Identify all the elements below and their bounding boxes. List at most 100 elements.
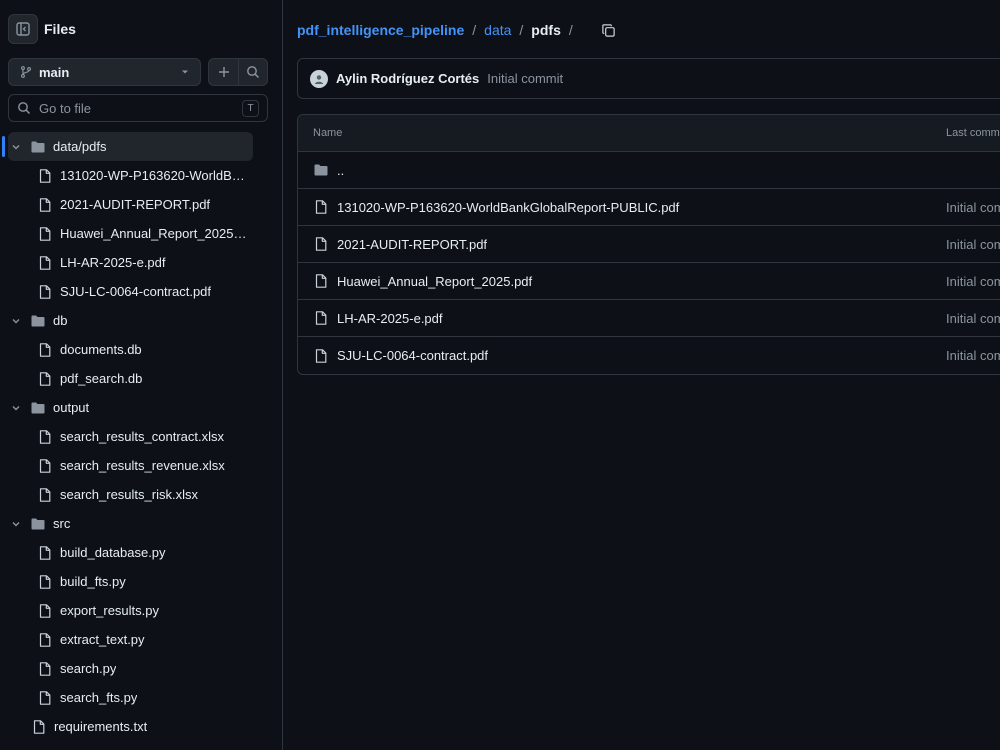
tree-item-label: LH-AR-2025-e.pdf	[60, 255, 166, 270]
file-name-link[interactable]: 2021-AUDIT-REPORT.pdf	[337, 237, 487, 252]
tree-folder-item[interactable]: db	[0, 306, 283, 335]
plus-icon	[218, 67, 229, 77]
tree-item-label: search_results_contract.xlsx	[60, 429, 225, 444]
tree-file-item[interactable]: search.py	[0, 654, 283, 683]
tree-item-label: db	[53, 313, 68, 328]
tree-item-label: SJU-LC-0064-contract.pdf	[60, 284, 212, 299]
go-to-file-search[interactable]: T	[8, 94, 268, 122]
tree-file-item[interactable]: search_results_revenue.xlsx	[0, 451, 283, 480]
tree-folder-item[interactable]: data/pdfs	[2, 132, 253, 161]
file-name-link[interactable]: LH-AR-2025-e.pdf	[337, 311, 443, 326]
file-icon	[37, 168, 53, 184]
file-icon	[37, 371, 53, 387]
table-row[interactable]: SJU-LC-0064-contract.pdf Initial comm	[298, 337, 1000, 374]
tree-item-label: Huawei_Annual_Report_2025.pdf	[60, 226, 250, 241]
copy-icon	[602, 23, 615, 37]
chevron-down-icon[interactable]	[8, 315, 24, 327]
tree-item-label: search.py	[60, 661, 117, 676]
tree-file-item[interactable]: SJU-LC-0064-contract.pdf	[0, 277, 283, 306]
chevron-down-icon[interactable]	[8, 141, 24, 153]
file-icon	[37, 342, 53, 358]
parent-directory-row[interactable]: ..	[298, 152, 1000, 189]
avatar[interactable]	[310, 69, 328, 88]
file-last-commit-link[interactable]: Initial comm	[946, 274, 1000, 289]
tree-file-item[interactable]: search_fts.py	[0, 683, 283, 712]
tree-file-item[interactable]: documents.db	[0, 335, 283, 364]
column-header-name: Name	[313, 127, 343, 139]
file-icon	[37, 632, 53, 648]
git-branch-icon	[20, 66, 32, 78]
folder-icon	[30, 400, 46, 416]
go-to-file-input[interactable]	[39, 100, 242, 116]
breadcrumb: pdf_intelligence_pipeline / data / pdfs …	[297, 20, 619, 40]
chevron-down-icon[interactable]	[8, 402, 24, 414]
file-last-commit-link[interactable]: Initial comm	[946, 311, 1000, 326]
tree-file-item[interactable]: 2021-AUDIT-REPORT.pdf	[0, 190, 283, 219]
tree-file-item[interactable]: 131020-WP-P163620-WorldBan...	[0, 161, 283, 190]
tree-file-item[interactable]: requirements.txt	[0, 712, 283, 741]
tree-file-item[interactable]: search_results_contract.xlsx	[0, 422, 283, 451]
file-last-commit-link[interactable]: Initial comm	[946, 200, 1000, 215]
file-name-link[interactable]: SJU-LC-0064-contract.pdf	[337, 348, 488, 363]
branch-selector-button[interactable]: main	[8, 58, 202, 86]
tree-file-item[interactable]: export_results.py	[0, 596, 283, 625]
search-tree-button[interactable]	[238, 59, 267, 85]
sidebar-toggle-button[interactable]	[8, 14, 38, 44]
file-icon	[37, 458, 53, 474]
tree-item-label: documents.db	[60, 342, 142, 357]
tree-file-item[interactable]: build_fts.py	[0, 567, 283, 596]
tree-file-item[interactable]: extract_text.py	[0, 625, 283, 654]
table-body: .. 131020-WP-P163620-WorldBankGlobalRepor…	[298, 152, 1000, 374]
tree-item-label: export_results.py	[60, 603, 159, 618]
file-icon	[37, 487, 53, 503]
file-icon	[37, 284, 53, 300]
file-icon	[313, 199, 329, 215]
table-header: Name Last commi	[298, 115, 1000, 152]
tree-file-item[interactable]: pdf_search.db	[0, 364, 283, 393]
tree-item-label: search_fts.py	[60, 690, 138, 705]
search-icon	[18, 102, 31, 115]
tree-folder-item[interactable]: output	[0, 393, 283, 422]
folder-icon	[313, 162, 329, 178]
main-content: pdf_intelligence_pipeline / data / pdfs …	[283, 0, 1000, 750]
folder-icon	[30, 516, 46, 532]
search-icon	[247, 66, 260, 79]
latest-commit-bar: Aylin Rodríguez Cortés Initial commit	[297, 58, 1000, 99]
tree-folder-item[interactable]: src	[0, 509, 283, 538]
commit-message[interactable]: Initial commit	[487, 71, 563, 86]
tree-actions	[208, 58, 268, 86]
breadcrumb-data-link[interactable]: data	[484, 22, 511, 38]
breadcrumb-separator: /	[568, 22, 573, 38]
tree-item-label: build_fts.py	[60, 574, 126, 589]
table-row[interactable]: Huawei_Annual_Report_2025.pdf Initial com…	[298, 263, 1000, 300]
file-tree-sidebar: Files main T data/pdfs 131020-WP-P163620-…	[0, 0, 283, 750]
commit-author[interactable]: Aylin Rodríguez Cortés	[336, 71, 479, 86]
breadcrumb-separator: /	[472, 22, 477, 38]
file-icon	[313, 348, 329, 364]
breadcrumb-repo-link[interactable]: pdf_intelligence_pipeline	[297, 22, 464, 38]
file-name-link[interactable]: 131020-WP-P163620-WorldBankGlobalReport-…	[337, 200, 679, 215]
file-icon	[313, 310, 329, 326]
folder-icon	[30, 139, 46, 155]
tree-item-label: pdf_search.db	[60, 371, 143, 386]
table-row[interactable]: 131020-WP-P163620-WorldBankGlobalReport-…	[298, 189, 1000, 226]
tree-item-label: 131020-WP-P163620-WorldBan...	[60, 168, 250, 183]
table-row[interactable]: 2021-AUDIT-REPORT.pdf Initial comm	[298, 226, 1000, 263]
file-name-link[interactable]: ..	[337, 163, 344, 178]
file-name-link[interactable]: Huawei_Annual_Report_2025.pdf	[337, 274, 532, 289]
breadcrumb-separator: /	[519, 22, 524, 38]
chevron-down-icon[interactable]	[8, 518, 24, 530]
tree-file-item[interactable]: LH-AR-2025-e.pdf	[0, 248, 283, 277]
copy-path-button[interactable]	[599, 20, 619, 40]
tree-file-item[interactable]: build_database.py	[0, 538, 283, 567]
add-file-button[interactable]	[209, 59, 238, 85]
sidebar-header: Files	[8, 14, 76, 44]
column-header-last-commit: Last commi	[946, 127, 1000, 139]
caret-down-icon	[182, 70, 189, 74]
file-last-commit-link[interactable]: Initial comm	[946, 237, 1000, 252]
tree-file-item[interactable]: Huawei_Annual_Report_2025.pdf	[0, 219, 283, 248]
table-row[interactable]: LH-AR-2025-e.pdf Initial comm	[298, 300, 1000, 337]
file-last-commit-link[interactable]: Initial comm	[946, 348, 1000, 363]
user-avatar-icon	[315, 74, 323, 84]
tree-file-item[interactable]: search_results_risk.xlsx	[0, 480, 283, 509]
